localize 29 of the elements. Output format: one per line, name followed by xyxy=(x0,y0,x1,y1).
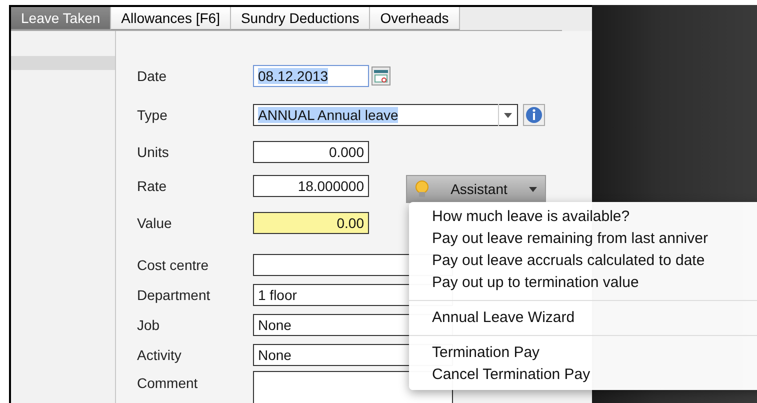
calculated-field[interactable]: 0.00 xyxy=(253,212,369,234)
number-field[interactable]: 0.000 xyxy=(253,141,369,163)
number-field[interactable]: 18.000000 xyxy=(253,175,369,197)
menu-item[interactable]: How much leave is available? xyxy=(409,206,757,228)
tab[interactable]: Allowances [F6] xyxy=(111,7,231,30)
field-label: Job xyxy=(137,317,161,333)
tab[interactable]: Sundry Deductions xyxy=(230,7,370,30)
field-label: Date xyxy=(137,68,168,84)
field-label: Type xyxy=(137,107,168,123)
date-field[interactable]: 08.12.2013 xyxy=(253,65,369,87)
field-label: Activity xyxy=(137,347,182,363)
info-icon[interactable] xyxy=(523,104,545,126)
menu-item[interactable]: Pay out leave accruals calculated to date xyxy=(409,250,757,272)
caret-icon xyxy=(529,186,537,192)
caret-icon xyxy=(504,112,512,118)
menu-item[interactable]: Cancel Termination Pay xyxy=(409,364,757,386)
field-label: Cost centre xyxy=(137,257,210,273)
type-dropdown[interactable]: ANNUAL Annual leave xyxy=(253,104,518,126)
calendar-icon[interactable] xyxy=(371,66,391,86)
field-label: Units xyxy=(137,144,170,160)
field-label: Value xyxy=(137,215,173,231)
lightbulb-icon xyxy=(415,180,429,198)
tab[interactable]: Leave Taken xyxy=(11,7,112,30)
field-label: Department xyxy=(137,287,212,303)
menu-item[interactable]: Pay out leave remaining from last anniver xyxy=(409,228,757,250)
tab[interactable]: Overheads xyxy=(370,7,460,30)
field-label: Rate xyxy=(137,178,168,194)
assistant-button[interactable]: Assistant xyxy=(406,175,546,203)
field-label: Comment xyxy=(137,375,199,391)
